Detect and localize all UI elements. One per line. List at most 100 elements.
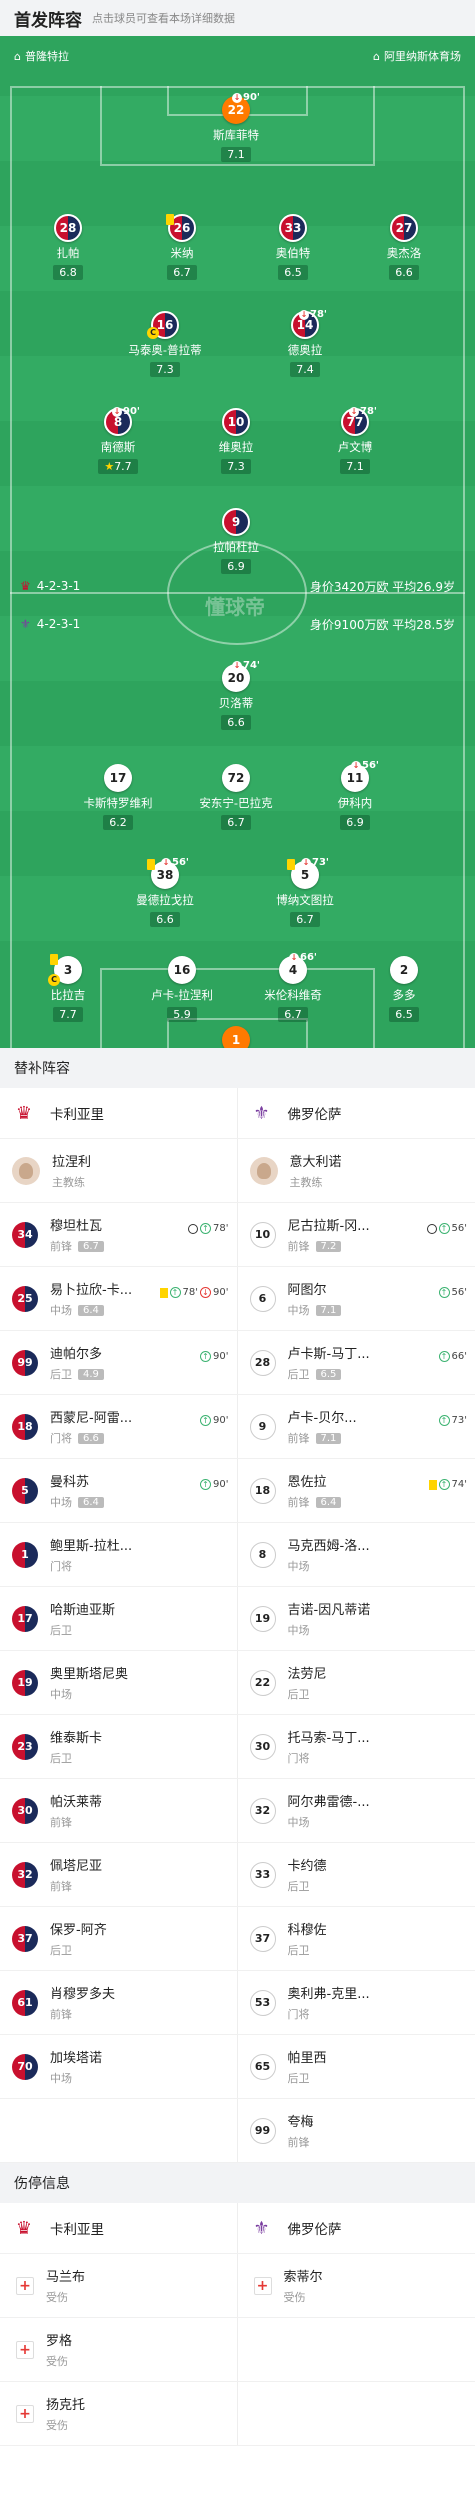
sub-row: 34 穆坦杜瓦 前锋 6.7 ↑ 78' 10 尼古拉斯-冈... 前锋 7.2 ↑ 56' <box>0 1203 475 1267</box>
sub-time: 74' <box>243 660 260 671</box>
sub-in-icon: ↑ <box>200 1479 212 1490</box>
sub-player[interactable]: 9 卢卡-贝尔... 前锋 7.1 ↑ 73' <box>238 1395 475 1458</box>
sub-player[interactable]: 99 夸梅 前锋 <box>238 2099 475 2162</box>
sub-player[interactable]: 10 尼古拉斯-冈... 前锋 7.2 ↑ 56' <box>238 1203 475 1266</box>
sub-player[interactable]: 28 卢卡斯-马丁... 后卫 6.5 ↑ 66' <box>238 1331 475 1394</box>
player[interactable]: 20 ↓ 74' 贝洛蒂 6.6 <box>186 660 286 730</box>
player-rating: 6.7 <box>278 1007 308 1022</box>
player-position: 中场 <box>288 1622 371 1638</box>
sub-player[interactable]: 8 马克西姆-洛... 中场 <box>238 1523 475 1586</box>
player[interactable]: 8 ↓ 90' 南德斯 ★7.7 <box>68 406 168 474</box>
sub-player[interactable]: 32 阿尔弗雷德-... 中场 <box>238 1779 475 1842</box>
injured-player[interactable] <box>238 2318 475 2381</box>
home-team-cell[interactable]: ♛ 卡利亚里 <box>0 1088 238 1138</box>
player-info: 吉诺-因凡蒂诺 中场 <box>288 1599 371 1638</box>
player[interactable]: 16 卢卡-拉涅利 5.9 <box>132 956 232 1022</box>
away-team-cell[interactable]: ⚜ 佛罗伦萨 <box>238 1088 475 1138</box>
player[interactable]: 27 奥杰洛 6.6 <box>354 214 454 280</box>
player[interactable]: 9 拉帕杜拉 6.9 <box>186 508 286 574</box>
sub-player[interactable]: 25 易卜拉欣-卡... 中场 6.4 ↑ 78' ↓ 90' <box>0 1267 238 1330</box>
sub-time: 78' <box>360 406 377 417</box>
player[interactable]: 2 多多 6.5 <box>354 956 454 1022</box>
rating-value: 7.4 <box>296 363 314 376</box>
injured-player[interactable] <box>238 2382 475 2445</box>
sub-player[interactable]: 37 保罗-阿齐 后卫 <box>0 1907 238 1970</box>
sub-row: 5 曼科苏 中场 6.4 ↑ 90' 18 恩佐拉 前锋 6.4 ↑ 74' <box>0 1459 475 1523</box>
sub-player[interactable]: 19 奥里斯塔尼奥 中场 <box>0 1651 238 1714</box>
coach-name: 意大利诺 <box>289 1155 342 1170</box>
player-number: 32 <box>249 1797 276 1824</box>
player[interactable]: 11 ↓ 56' 伊科内 6.9 <box>305 760 405 830</box>
player[interactable]: 16 C 马泰奥-普拉蒂 7.3 <box>115 311 215 377</box>
position-label: 前锋 <box>50 1240 72 1253</box>
sub-player[interactable]: 30 帕沃莱蒂 前锋 <box>0 1779 238 1842</box>
away-team-cell[interactable]: ⚜ 佛罗伦萨 <box>238 2203 475 2253</box>
player[interactable]: 38 ↓ 56' 曼德拉戈拉 6.6 <box>115 857 215 927</box>
sub-player[interactable]: 19 吉诺-因凡蒂诺 中场 <box>238 1587 475 1650</box>
player-name: 扬克托 <box>46 2398 86 2413</box>
injured-player[interactable]: + 扬克托 受伤 <box>0 2382 238 2445</box>
sub-player[interactable]: 22 法劳尼 后卫 <box>238 1651 475 1714</box>
sub-player[interactable]: 32 佩塔尼亚 前锋 <box>0 1843 238 1906</box>
away-coach[interactable]: 意大利诺 主教练 <box>238 1139 475 1202</box>
sub-player[interactable]: 61 肖穆罗多夫 前锋 <box>0 1971 238 2034</box>
sub-player[interactable]: 18 恩佐拉 前锋 6.4 ↑ 74' <box>238 1459 475 1522</box>
sub-player[interactable]: 17 哈斯迪亚斯 后卫 <box>0 1587 238 1650</box>
player-info: 肖穆罗多夫 前锋 <box>50 1983 115 2022</box>
injured-player[interactable]: + 索蒂尔 受伤 <box>238 2254 475 2317</box>
player[interactable]: 1泰拉恰诺7.0 <box>186 1026 286 1048</box>
player[interactable]: 33 奥伯特 6.5 <box>243 214 343 280</box>
sub-in-icon: ↑ <box>200 1351 212 1362</box>
position-label: 后卫 <box>287 1880 310 1893</box>
player[interactable]: 26 米纳 6.7 <box>132 214 232 280</box>
medkit-icon: + <box>16 2340 34 2359</box>
player-position: 后卫 <box>288 1686 327 1702</box>
player[interactable]: 77 ↓ 78' 卢文博 7.1 <box>305 406 405 474</box>
position-label: 中场 <box>50 1496 72 1509</box>
sub-player[interactable]: 53 奥利弗-克里... 门将 <box>238 1971 475 2034</box>
player[interactable]: 72 安东宁-巴拉克 6.7 <box>186 764 286 830</box>
injured-player[interactable]: + 罗格 受伤 <box>0 2318 238 2381</box>
sub-player[interactable] <box>0 2099 238 2162</box>
player-name: 帕里西 <box>287 2051 327 2066</box>
player[interactable]: 5 ↓ 73' 博纳文图拉 6.7 <box>255 857 355 927</box>
player[interactable]: 22 ↓ 90' 斯库菲特 7.1 <box>186 92 286 162</box>
rating-value: 6.7 <box>227 816 245 829</box>
coach-row: 拉涅利 主教练 意大利诺 主教练 <box>0 1139 475 1203</box>
position-label: 门将 <box>50 1560 72 1573</box>
home-coach[interactable]: 拉涅利 主教练 <box>0 1139 238 1202</box>
away-team-name: 佛罗伦萨 <box>287 1107 342 1123</box>
sub-player[interactable]: 23 维泰斯卡 后卫 <box>0 1715 238 1778</box>
yellow-card-icon <box>50 954 58 965</box>
player-number: 8 <box>249 1541 276 1568</box>
player-info: 托马索-马丁... 门将 <box>288 1727 370 1766</box>
player[interactable]: 14 ↓ 78' 德奥拉 7.4 <box>255 309 355 377</box>
player[interactable]: 4 ↓ 66' 米伦科维奇 6.7 <box>243 952 343 1022</box>
sub-player[interactable]: 5 曼科苏 中场 6.4 ↑ 90' <box>0 1459 238 1522</box>
sub-player[interactable]: 6 阿图尔 中场 7.1 ↑ 56' <box>238 1267 475 1330</box>
position-label: 后卫 <box>50 1752 72 1765</box>
home-team-cell[interactable]: ♛ 卡利亚里 <box>0 2203 238 2253</box>
player-rating: 7.3 <box>221 459 251 474</box>
player[interactable]: 3 C 比拉吉 7.7 <box>18 954 118 1022</box>
player[interactable]: 28 扎帕 6.8 <box>18 214 118 280</box>
sub-player[interactable]: 37 科穆佐 后卫 <box>238 1907 475 1970</box>
injured-player[interactable]: + 马兰布 受伤 <box>0 2254 238 2317</box>
lineup-title: 首发阵容 <box>14 10 82 31</box>
position-label: 后卫 <box>50 1944 72 1957</box>
sub-player[interactable]: 1 鲍里斯-拉杜... 门将 <box>0 1523 238 1586</box>
player[interactable]: 17 卡斯特罗维利 6.2 <box>68 764 168 830</box>
player-name: 卢文博 <box>337 440 373 454</box>
sub-player[interactable]: 33 卡约德 后卫 <box>238 1843 475 1906</box>
sub-player[interactable]: 34 穆坦杜瓦 前锋 6.7 ↑ 78' <box>0 1203 238 1266</box>
sub-player[interactable]: 30 托马索-马丁... 门将 <box>238 1715 475 1778</box>
sub-player[interactable]: 99 迪帕尔多 后卫 4.9 ↑ 90' <box>0 1331 238 1394</box>
injury-section-title: 伤停信息 <box>0 2163 475 2203</box>
player[interactable]: 10 维奥拉 7.3 <box>186 408 286 474</box>
sub-player[interactable]: 70 加埃塔诺 中场 <box>0 2035 238 2098</box>
player-name: 南德斯 <box>100 440 136 454</box>
player-number: 2 <box>390 956 418 984</box>
sub-player[interactable]: 18 西蒙尼-阿雷... 门将 6.6 ↑ 90' <box>0 1395 238 1458</box>
sub-player[interactable]: 65 帕里西 后卫 <box>238 2035 475 2098</box>
player-name: 帕沃莱蒂 <box>50 1795 103 1810</box>
